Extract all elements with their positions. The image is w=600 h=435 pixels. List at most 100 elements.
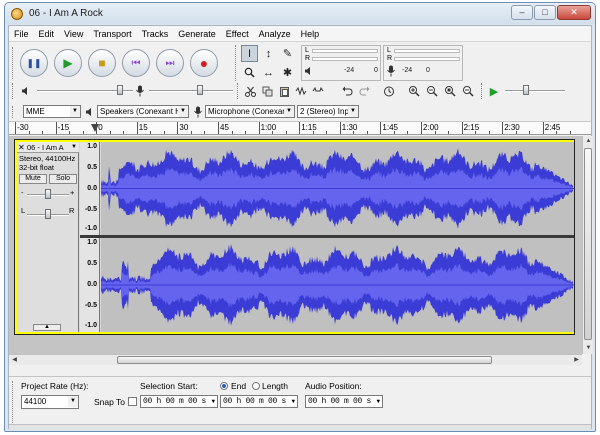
chevron-down-icon[interactable]: ▼ [292, 398, 296, 405]
end-radio[interactable] [220, 382, 228, 390]
selection-start-field[interactable]: 00 h 00 m 00 s ▼ [140, 395, 218, 408]
scale-label: -0.5 [84, 302, 97, 309]
sync-lock-icon[interactable] [382, 84, 396, 98]
copy-icon[interactable] [260, 84, 274, 98]
audio-host-select[interactable]: MME ▼ [23, 105, 81, 118]
device-grip[interactable] [12, 106, 16, 118]
meter-right-label: R [305, 55, 311, 62]
menu-file[interactable]: File [9, 29, 34, 39]
minimize-button[interactable]: – [511, 5, 533, 20]
project-rate-select[interactable]: 44100 ▼ [21, 395, 79, 409]
track-close-icon[interactable]: ✕ [18, 142, 25, 152]
ruler-major-tick [55, 122, 57, 134]
zoom-out-icon[interactable] [425, 84, 439, 98]
audio-position-field[interactable]: 00 h 00 m 00 s ▼ [305, 395, 383, 408]
edit-grip[interactable] [237, 83, 241, 99]
menu-edit[interactable]: Edit [34, 29, 60, 39]
menu-generate[interactable]: Generate [173, 29, 221, 39]
multi-tool-icon[interactable]: ✱ [279, 64, 296, 81]
selection-tool-icon[interactable]: I [241, 45, 258, 62]
input-device-select[interactable]: Microphone (Conexant I ▼ [205, 105, 295, 118]
waveform-left-channel[interactable] [101, 142, 574, 235]
vertical-scroll-thumb[interactable] [584, 148, 592, 340]
amplitude-scale-right[interactable]: 1.0 0.5 0.0 -0.5 -1.0 [80, 238, 100, 332]
selection-end-field[interactable]: 00 h 00 m 00 s ▼ [220, 395, 298, 408]
menu-transport[interactable]: Transport [88, 29, 136, 39]
scroll-down-icon[interactable]: ▼ [583, 343, 594, 354]
track-name-bar[interactable]: ✕ 06 - I Am A ▼ [17, 142, 79, 153]
audio-track[interactable]: ✕ 06 - I Am A ▼ Stereo, 44100Hz 32-bit f… [14, 139, 575, 335]
zoom-tool-icon[interactable] [241, 64, 258, 81]
toolbar-grip[interactable] [12, 47, 16, 79]
playback-meter[interactable]: L R -24 0 [301, 45, 381, 81]
chevron-down-icon[interactable]: ▼ [212, 398, 216, 405]
skip-to-start-button[interactable]: ⏮ [122, 49, 150, 77]
selection-start-value: 00 h 00 m 00 s [143, 397, 207, 406]
solo-button[interactable]: Solo [49, 174, 77, 184]
redo-icon[interactable] [357, 84, 371, 98]
fit-project-icon[interactable] [461, 84, 475, 98]
selection-grip[interactable] [12, 381, 16, 423]
scroll-left-icon[interactable]: ◀ [9, 355, 20, 366]
silence-icon[interactable] [311, 84, 325, 98]
playback-volume-thumb[interactable] [117, 85, 123, 95]
menu-analyze[interactable]: Analyze [254, 29, 296, 39]
vertical-scrollbar[interactable]: ▲ ▼ [582, 136, 593, 354]
chevron-down-icon: ▼ [284, 106, 294, 117]
amplitude-scale-left[interactable]: 1.0 0.5 0.0 -0.5 -1.0 [80, 142, 100, 235]
mute-button[interactable]: Mute [19, 174, 47, 184]
waveform-right-channel[interactable] [101, 238, 574, 332]
mixer-grip[interactable] [12, 83, 16, 99]
pause-button[interactable]: ❚❚ [20, 49, 48, 77]
maximize-button[interactable]: □ [534, 5, 556, 20]
title-bar[interactable]: 06 - I Am A Rock – □ ✕ [5, 3, 595, 24]
chevron-down-icon: ▼ [68, 396, 78, 407]
recording-volume-thumb[interactable] [197, 85, 203, 95]
input-channels-select[interactable]: 2 (Stereo) Inp ▼ [297, 105, 359, 118]
trim-icon[interactable] [294, 84, 308, 98]
ruler-label: 45 [220, 123, 229, 132]
output-device-select[interactable]: Speakers (Conexant Hig ▼ [97, 105, 189, 118]
ruler-minor-tick [569, 131, 571, 134]
play-at-speed-grip[interactable] [481, 83, 485, 99]
draw-tool-icon[interactable]: ✎ [279, 45, 296, 62]
recording-volume-slider[interactable] [149, 90, 233, 92]
scroll-right-icon[interactable]: ▶ [571, 355, 582, 366]
record-meter[interactable]: L R -24 0 [383, 45, 463, 81]
snap-to-checkbox[interactable] [128, 397, 137, 406]
stop-button[interactable]: ■ [88, 49, 116, 77]
tools-grip[interactable] [235, 45, 239, 81]
fit-selection-icon[interactable] [443, 84, 457, 98]
close-button[interactable]: ✕ [557, 5, 591, 20]
menu-help[interactable]: Help [296, 29, 325, 39]
gain-slider-thumb[interactable] [45, 189, 51, 199]
menu-tracks[interactable]: Tracks [137, 29, 174, 39]
timeline-ruler[interactable]: -30 -15 0 15 30 45 1:00 1:15 1:30 1:45 2:00 2:15 2:3… [9, 121, 591, 135]
zoom-in-icon[interactable] [407, 84, 421, 98]
envelope-tool-icon[interactable]: ↕ [260, 45, 277, 62]
menu-effect[interactable]: Effect [221, 29, 254, 39]
track-menu-icon[interactable]: ▼ [71, 142, 77, 152]
collapse-track-button[interactable]: ▲ [33, 324, 61, 331]
horizontal-scroll-thumb[interactable] [117, 356, 492, 364]
play-button[interactable]: ▶ [54, 49, 82, 77]
pause-icon: ❚❚ [26, 57, 42, 68]
paste-icon[interactable] [277, 84, 291, 98]
undo-icon[interactable] [340, 84, 354, 98]
horizontal-scrollbar[interactable]: ◀ ▶ [9, 354, 582, 365]
chevron-down-icon[interactable]: ▼ [377, 398, 381, 405]
play-speed-slider[interactable] [505, 90, 565, 92]
record-button[interactable]: ● [190, 49, 218, 77]
scroll-up-icon[interactable]: ▲ [583, 136, 594, 147]
play-at-speed-icon[interactable]: ▶ [487, 84, 501, 98]
ruler-label: -30 [17, 123, 29, 132]
skip-to-end-button[interactable]: ⏭ [156, 49, 184, 77]
ruler-minor-tick [515, 131, 517, 134]
cut-icon[interactable] [243, 84, 257, 98]
timeshift-tool-icon[interactable]: ↔ [260, 64, 277, 81]
length-radio[interactable] [252, 382, 260, 390]
play-head-icon[interactable] [91, 124, 99, 132]
menu-view[interactable]: View [59, 29, 88, 39]
pan-slider-thumb[interactable] [45, 209, 51, 219]
play-speed-thumb[interactable] [523, 85, 529, 95]
